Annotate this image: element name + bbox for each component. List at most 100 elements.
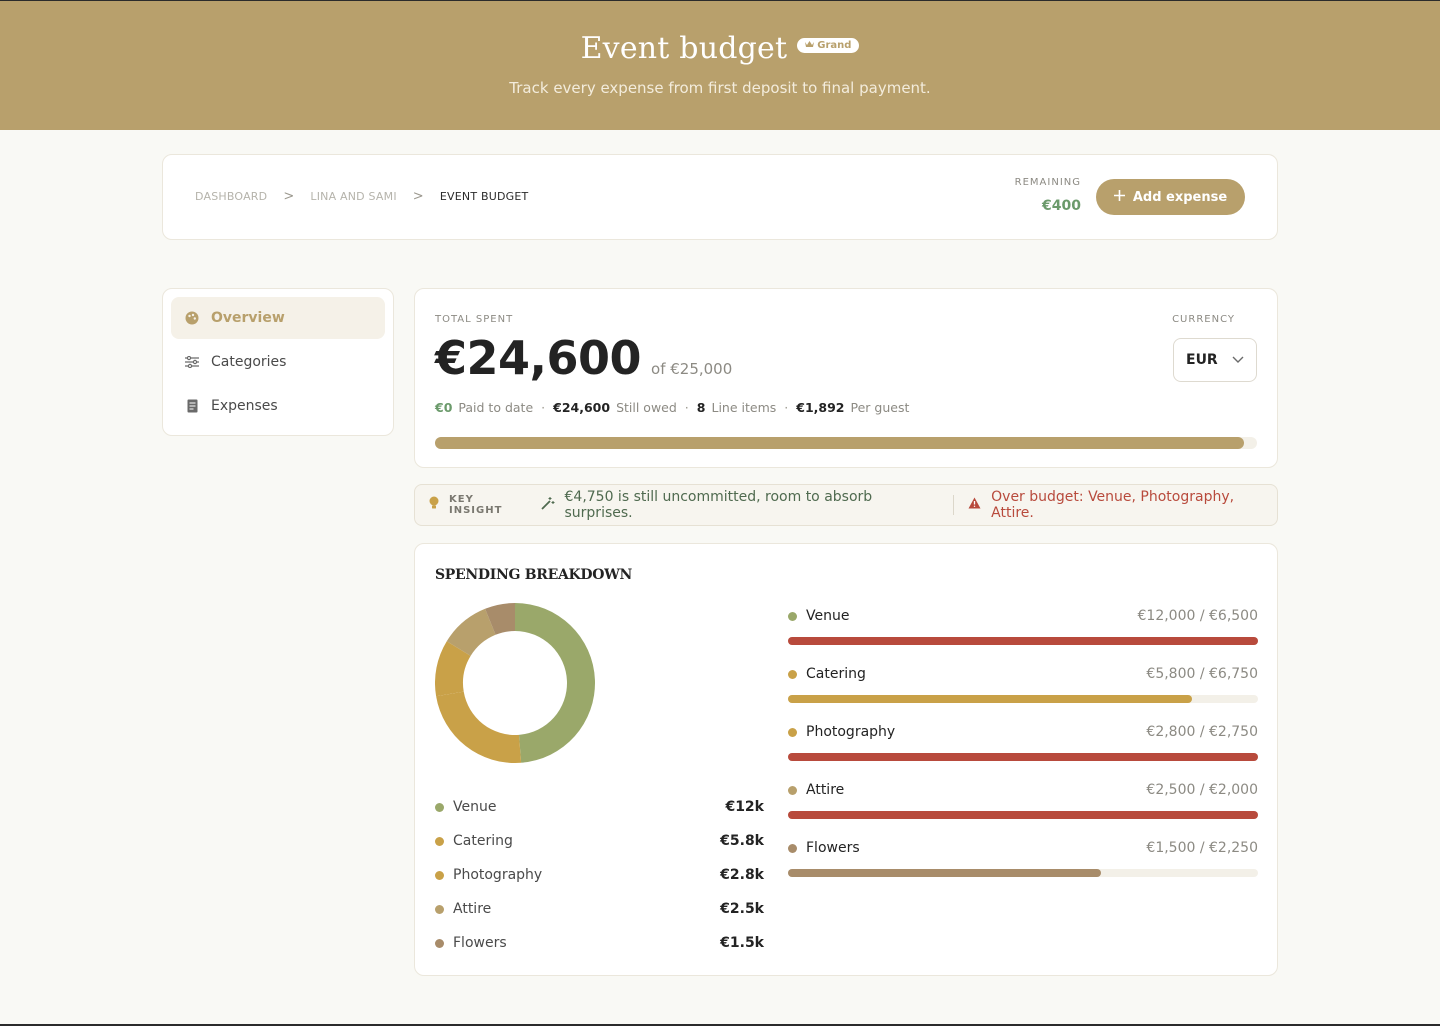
breadcrumb-separator: > [283, 189, 295, 204]
legend-dot [435, 938, 444, 948]
spending-legend: Venue €12k Catering €5.8k Photography €2… [435, 790, 764, 960]
total-spent-card: TOTAL SPENT €24,600 of €25,000 €0 Paid t… [414, 288, 1278, 468]
page-header: Event budget Grand Track every expense f… [0, 0, 1440, 130]
category-progress-bar [788, 811, 1258, 819]
receipt-icon [185, 399, 199, 413]
breadcrumb-event[interactable]: LINA AND SAMI [310, 190, 396, 203]
tier-badge: Grand [797, 38, 860, 53]
key-insight-bar: KEY INSIGHT €4,750 is still uncommitted,… [414, 484, 1278, 526]
category-name: Attire [806, 782, 845, 798]
category-amounts: €1,500 / €2,250 [1146, 840, 1258, 856]
category-progress-fill [788, 637, 1258, 645]
category-row-attire[interactable]: Attire €2,500 / €2,000 [788, 777, 1258, 835]
spending-breakdown-card: SPENDING BREAKDOWN Venue €12k Catering €… [414, 543, 1278, 976]
donut-slice-venue [515, 603, 595, 763]
add-expense-label: Add expense [1132, 189, 1228, 205]
currency-label: CURRENCY [1172, 314, 1235, 325]
paid-value: €0 [435, 400, 453, 415]
breadcrumb-current: EVENT BUDGET [439, 190, 529, 203]
remaining-summary: REMAINING €400 [1015, 177, 1081, 214]
category-progress-fill [788, 811, 1258, 819]
legend-item-venue: Venue €12k [435, 790, 764, 824]
currency-select[interactable]: EUR [1173, 338, 1257, 382]
legend-value: €5.8k [720, 833, 764, 849]
chevron-down-icon [1232, 352, 1244, 368]
budget-progress-fill [435, 437, 1244, 449]
category-progress-fill [788, 695, 1192, 703]
budget-progress-bar [435, 437, 1257, 449]
legend-name: Venue [453, 799, 497, 815]
per-guest-value: €1,892 [796, 400, 845, 415]
page-title: Event budget [580, 31, 788, 66]
category-progress-fill [788, 869, 1102, 877]
category-amounts: €12,000 / €6,500 [1137, 608, 1259, 624]
legend-name: Attire [453, 901, 492, 917]
sidebar: Overview Categories Expenses [162, 288, 394, 436]
line-items-label: Line items [711, 400, 777, 415]
tier-badge-label: Grand [817, 40, 852, 51]
title-row: Event budget Grand [0, 31, 1440, 66]
legend-name: Catering [453, 833, 513, 849]
category-dot [788, 843, 797, 853]
category-budget-list: Venue €12,000 / €6,500 Catering €5,800 /… [788, 603, 1258, 893]
spending-breakdown-title: SPENDING BREAKDOWN [435, 567, 633, 583]
category-amounts: €2,500 / €2,000 [1146, 782, 1258, 798]
legend-name: Photography [453, 867, 543, 883]
key-insight-label: KEY INSIGHT [449, 494, 503, 516]
total-spent-amount: €24,600 [435, 331, 642, 385]
total-spent-label: TOTAL SPENT [435, 314, 514, 325]
category-header: Attire €2,500 / €2,000 [788, 777, 1258, 803]
lightbulb-icon [429, 496, 439, 514]
category-progress-bar [788, 637, 1258, 645]
category-name: Photography [806, 724, 896, 740]
breadcrumb-dashboard[interactable]: DASHBOARD [195, 190, 267, 203]
currency-value: EUR [1186, 352, 1218, 368]
owed-value: €24,600 [553, 400, 611, 415]
stat-separator: · [684, 400, 689, 415]
category-row-flowers[interactable]: Flowers €1,500 / €2,250 [788, 835, 1258, 893]
sidebar-item-expenses[interactable]: Expenses [171, 385, 385, 427]
legend-dot [435, 836, 444, 846]
category-name: Catering [806, 666, 866, 682]
category-progress-bar [788, 753, 1258, 761]
legend-dot [435, 802, 444, 812]
sidebar-item-label: Overview [211, 310, 285, 326]
category-amounts: €2,800 / €2,750 [1146, 724, 1258, 740]
category-progress-bar [788, 869, 1258, 877]
legend-value: €2.5k [720, 901, 764, 917]
plus-icon [1113, 189, 1125, 205]
legend-item-flowers: Flowers €1.5k [435, 926, 764, 960]
remaining-value: €400 [1042, 198, 1081, 214]
category-dot [788, 669, 797, 679]
sidebar-item-label: Categories [211, 354, 287, 370]
category-row-catering[interactable]: Catering €5,800 / €6,750 [788, 661, 1258, 719]
total-amount-row: €24,600 of €25,000 [435, 331, 732, 385]
category-row-venue[interactable]: Venue €12,000 / €6,500 [788, 603, 1258, 661]
spending-donut-chart [435, 603, 595, 763]
category-dot [788, 727, 797, 737]
category-progress-bar [788, 695, 1258, 703]
warning-icon [968, 497, 981, 513]
over-budget-warning: Over budget: Venue, Photography, Attire. [991, 489, 1235, 521]
category-dot [788, 785, 797, 795]
add-expense-button[interactable]: Add expense [1096, 179, 1245, 215]
paid-label: Paid to date [458, 400, 534, 415]
breadcrumb: DASHBOARD > LINA AND SAMI > EVENT BUDGET [195, 189, 528, 204]
owed-label: Still owed [616, 400, 677, 415]
magic-wand-icon [540, 496, 555, 514]
remaining-label: REMAINING [1014, 177, 1081, 188]
category-row-photography[interactable]: Photography €2,800 / €2,750 [788, 719, 1258, 777]
sidebar-item-categories[interactable]: Categories [171, 341, 385, 383]
crown-icon [805, 40, 815, 51]
category-progress-fill [788, 753, 1258, 761]
category-amounts: €5,800 / €6,750 [1146, 666, 1258, 682]
legend-name: Flowers [453, 935, 507, 951]
legend-value: €12k [725, 799, 764, 815]
budget-stats: €0 Paid to date · €24,600 Still owed · 8… [435, 400, 909, 415]
legend-value: €1.5k [720, 935, 764, 951]
breadcrumb-card: DASHBOARD > LINA AND SAMI > EVENT BUDGET… [162, 154, 1278, 240]
category-header: Catering €5,800 / €6,750 [788, 661, 1258, 687]
sidebar-item-overview[interactable]: Overview [171, 297, 385, 339]
category-dot [788, 611, 797, 621]
stat-separator: · [784, 400, 789, 415]
